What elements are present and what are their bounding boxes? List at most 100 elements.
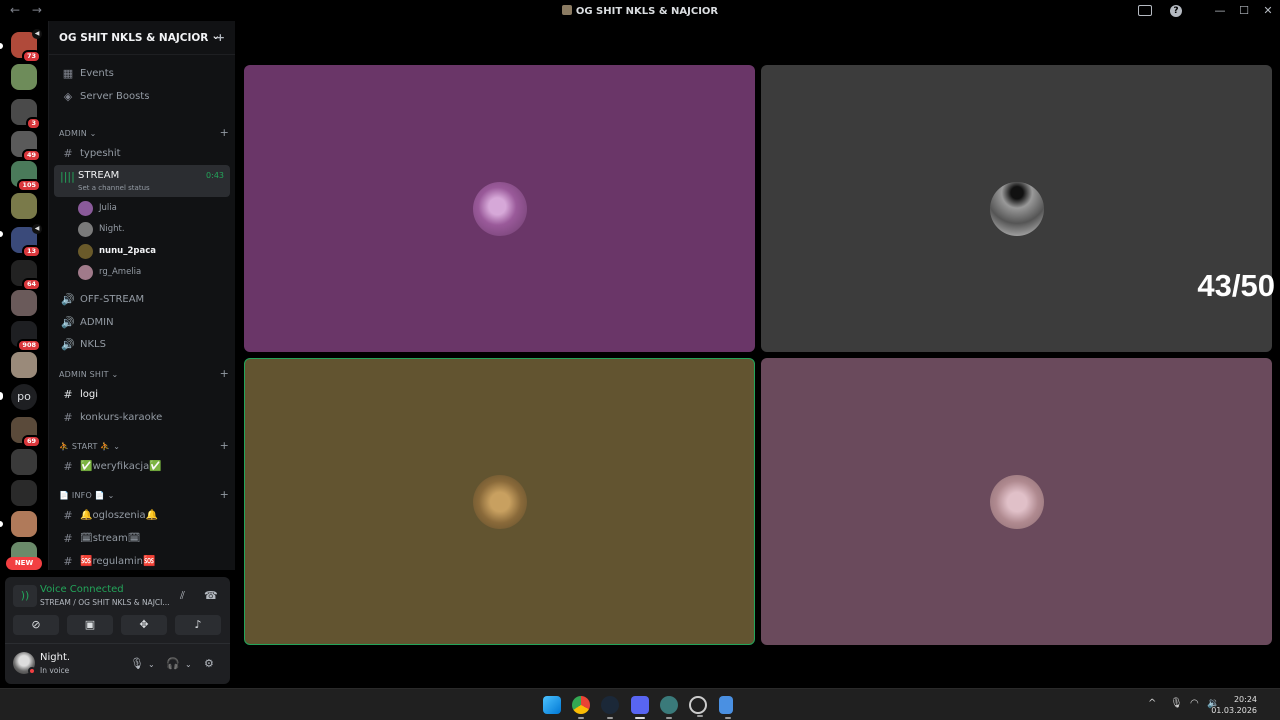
server-icon[interactable] [11,290,37,316]
channel-typeshit[interactable]: # typeshit [55,143,230,163]
server-icon[interactable] [11,449,37,475]
speaker-icon: 🔊 [61,337,75,351]
noise-suppression-icon[interactable]: ⫽ [180,589,185,603]
server-icon[interactable]: 64 [11,260,41,291]
avatar [989,181,1044,236]
add-channel-icon[interactable]: + [220,488,229,501]
voice-user[interactable]: Night. [78,220,125,238]
add-member-icon[interactable]: + [216,31,225,44]
microphone-icon[interactable]: 🎙 [1170,698,1183,709]
clock[interactable]: 20:24 01.03.2026 [1211,694,1257,716]
server-icon[interactable] [11,352,37,378]
chevron-down-icon[interactable]: ⌄ [185,660,192,669]
user-panel: Night. In voice 🎙 ⌄ 🎧 ⌄ ⚙ [5,643,230,684]
category-admin-shit[interactable]: ADMIN SHIT ⌄ + [59,367,229,380]
hash-icon: # [63,410,73,424]
close-button[interactable]: ✕ [1256,4,1280,17]
category-admin[interactable]: ADMIN ⌄ + [59,126,229,139]
participant-tile-night[interactable] [761,65,1272,352]
microphone-icon[interactable]: 🎙 [130,657,144,670]
window-title-text: OG SHIT NKLS & NAJCIOR [575,6,719,17]
voice-user[interactable]: rg_Amelia [78,263,141,281]
voice-user[interactable]: Julia [78,199,117,217]
channel-status[interactable]: Set a channel status [78,184,150,192]
new-badge[interactable]: NEW [6,557,42,570]
server-icon[interactable]: 69 [11,417,41,448]
server-icon[interactable]: 13 ◀ [11,224,42,258]
hash-icon: # [63,459,73,473]
voice-channel-off-stream[interactable]: 🔊 OFF-STREAM [55,289,230,309]
voice-channel-path[interactable]: STREAM / OG SHIT NKLS & NAJCI... [40,598,170,607]
app-icon[interactable] [689,696,707,717]
inbox-icon[interactable] [1138,5,1152,16]
add-channel-icon[interactable]: + [220,439,229,452]
channel-ogloszenia[interactable]: # 🔔ogloszenia🔔 [55,505,230,525]
voice-user-name: Julia [99,203,117,213]
channel-label: ADMIN [80,316,114,328]
server-icon[interactable]: 105 [11,161,41,192]
steam-icon[interactable] [601,696,619,719]
category-start[interactable]: ⛹ START ⛹ ⌄ + [59,439,229,452]
screen-share-icon: ▣ [84,618,96,631]
camera-off-button[interactable]: ⊘ [13,615,59,635]
channel-weryfikacja[interactable]: # ✅weryfikacja✅ [55,456,230,476]
mention-badge: 105 [17,179,41,192]
server-icon[interactable] [11,511,37,537]
voice-connected-label[interactable]: Voice Connected [40,584,124,595]
server-icon[interactable]: po [11,384,37,410]
maximize-button[interactable]: ☐ [1232,4,1256,17]
screen-share-button[interactable]: ▣ [67,615,113,635]
chevron-up-icon[interactable]: ^ [1148,698,1156,709]
participant-tile-nunu-2paca[interactable] [244,358,755,645]
avatar [472,181,527,236]
disconnect-icon[interactable]: ☎ [204,589,218,602]
voice-active-icon: |||| [60,170,75,183]
channel-logi[interactable]: # logi [55,384,230,404]
add-channel-icon[interactable]: + [220,367,229,380]
username[interactable]: Night. [40,652,70,663]
server-icon[interactable]: 908 [11,321,41,352]
server-icon[interactable] [11,64,37,90]
channel-stream-text[interactable]: # 🗓stream🗓 [55,528,230,548]
add-channel-icon[interactable]: + [220,126,229,139]
app-icon[interactable] [660,696,678,719]
server-icon[interactable] [11,193,37,219]
notepad-icon[interactable] [719,696,733,719]
sidebar-item-events[interactable]: ▦ Events [55,63,230,83]
gear-icon[interactable]: ⚙ [204,657,214,670]
activities-button[interactable]: ✥ [121,615,167,635]
signal-icon[interactable]: )) [13,585,37,607]
participant-tile-julia[interactable] [244,65,755,352]
participant-tile-rg-amelia[interactable] [761,358,1272,645]
channel-regulamin[interactable]: # 🆘regulamin🆘 [55,551,230,571]
chrome-icon[interactable] [572,696,590,719]
voice-channel-nkls[interactable]: 🔊 NKLS [55,334,230,354]
server-header[interactable]: OG SHIT NKLS & NAJCIOR ⌄ + [49,21,235,55]
wifi-icon[interactable]: ◠ [1190,698,1199,709]
hash-icon: # [63,508,73,522]
sidebar-item-server-boosts[interactable]: ◈ Server Boosts [55,86,230,106]
window-title: OG SHIT NKLS & NAJCIOR [0,5,1280,17]
channel-label: 🔔ogloszenia🔔 [80,509,159,521]
windows-start-icon[interactable] [543,696,561,714]
server-icon[interactable]: 3 [11,99,41,130]
clock-date: 01.03.2026 [1211,706,1257,715]
voice-user[interactable]: nunu_2paca [78,242,156,260]
category-info[interactable]: 📄 INFO 📄 ⌄ + [59,488,229,501]
category-label: ADMIN [59,129,87,138]
sidebar-item-label: Server Boosts [80,90,150,102]
server-icon[interactable]: 49 [11,131,41,162]
soundboard-button[interactable]: ♪ [175,615,221,635]
voice-channel-admin[interactable]: 🔊 ADMIN [55,312,230,332]
server-icon[interactable] [11,480,37,506]
voice-channel-stream[interactable]: |||| STREAM Set a channel status 0:43 [54,165,230,197]
chevron-down-icon[interactable]: ⌄ [148,660,155,669]
clock-time: 20:24 [1233,695,1257,704]
headphones-icon[interactable]: 🎧 [166,657,180,670]
discord-icon[interactable] [631,696,649,719]
minimize-button[interactable]: — [1208,4,1232,17]
server-icon[interactable]: 73 ◀ [11,29,42,63]
help-icon[interactable]: ? [1170,4,1182,17]
channel-konkurs-karaoke[interactable]: # konkurs-karaoke [55,407,230,427]
avatar [78,264,93,280]
